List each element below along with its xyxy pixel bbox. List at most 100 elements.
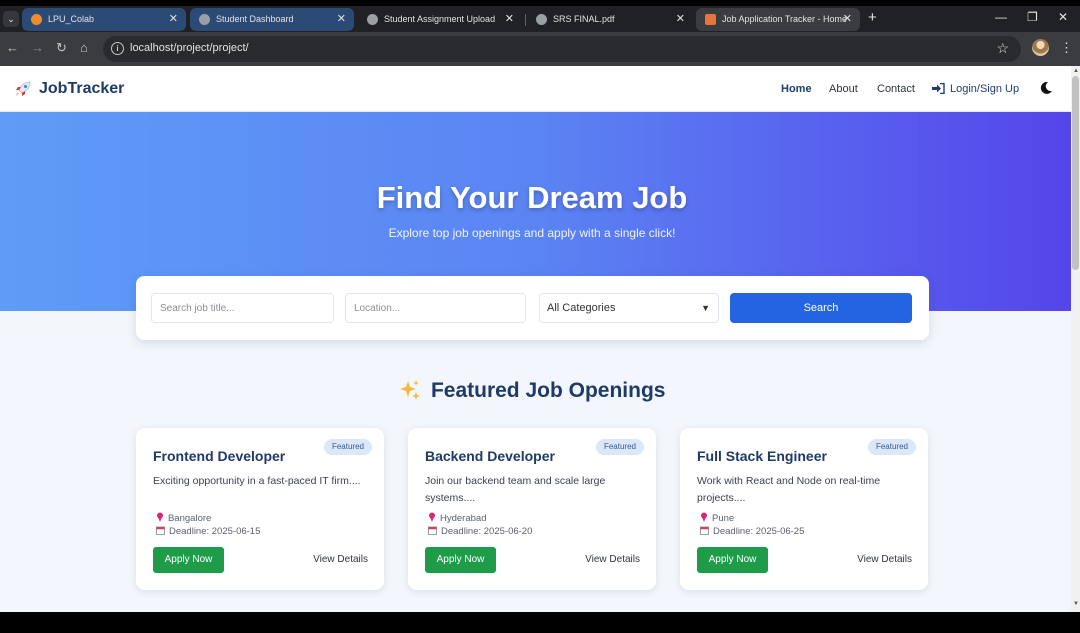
calendar-icon xyxy=(156,526,165,535)
job-location: Bangalore xyxy=(156,512,211,524)
tab-title: LPU_Colab xyxy=(48,14,95,24)
pin-icon xyxy=(701,512,707,522)
featured-badge: Featured xyxy=(595,439,644,455)
tab-close-icon[interactable]: ✕ xyxy=(843,8,852,31)
nav-contact-link[interactable]: Contact xyxy=(877,83,915,95)
restore-icon[interactable]: ❐ xyxy=(1027,10,1038,24)
scroll-down-icon[interactable]: ▼ xyxy=(1073,601,1079,607)
apply-now-button[interactable]: Apply Now xyxy=(153,547,224,573)
featured-badge: Featured xyxy=(867,439,916,455)
job-description: Work with React and Node on real-time pr… xyxy=(697,475,881,504)
reload-icon[interactable]: ↻ xyxy=(56,40,67,56)
tab-close-icon[interactable]: ✕ xyxy=(337,8,346,31)
tab-close-icon[interactable]: ✕ xyxy=(169,8,178,31)
tab-separator xyxy=(525,14,526,26)
job-deadline-text: Deadline: 2025-06-15 xyxy=(169,526,261,537)
tab-title: Student Assignment Upload xyxy=(384,14,496,24)
calendar-icon xyxy=(428,526,437,535)
moon-icon[interactable] xyxy=(1039,81,1053,95)
browser-address-bar: ← → ↻ ⌂ i localhost/project/project/ ☆ ⋮ xyxy=(0,32,1080,66)
browser-tab-assignment[interactable]: Student Assignment Upload ✕ xyxy=(358,8,522,31)
search-panel: All Categories ▼ Search xyxy=(136,276,929,340)
job-description: Exciting opportunity in a fast-paced IT … xyxy=(153,475,361,487)
nav-login-link[interactable]: Login/Sign Up xyxy=(950,83,1019,95)
url-text[interactable]: localhost/project/project/ xyxy=(130,42,249,54)
job-title[interactable]: Backend Developer xyxy=(425,448,555,464)
job-deadline: Deadline: 2025-06-15 xyxy=(156,526,260,537)
category-select[interactable]: All Categories ▼ xyxy=(539,293,719,323)
featured-badge: Featured xyxy=(323,439,372,455)
job-card: Frontend Developer Featured Exciting opp… xyxy=(136,428,384,590)
calendar-icon xyxy=(700,526,709,535)
tab-title: SRS FINAL.pdf xyxy=(553,14,615,24)
forward-icon[interactable]: → xyxy=(31,40,44,55)
apply-now-button[interactable]: Apply Now xyxy=(697,547,768,573)
back-icon[interactable]: ← xyxy=(6,40,19,55)
browser-tab-srs[interactable]: SRS FINAL.pdf ✕ xyxy=(527,8,693,31)
tab-title: Student Dashboard xyxy=(216,14,294,24)
job-deadline: Deadline: 2025-06-25 xyxy=(700,526,804,537)
nav-home-link[interactable]: Home xyxy=(781,83,812,95)
scrollbar-thumb[interactable] xyxy=(1072,76,1079,270)
featured-heading: Featured Job Openings xyxy=(0,379,1064,403)
featured-title: Featured Job Openings xyxy=(430,379,666,402)
browser-tab-dashboard[interactable]: Student Dashboard ✕ xyxy=(190,8,354,31)
info-icon[interactable]: i xyxy=(111,42,124,55)
job-title[interactable]: Full Stack Engineer xyxy=(697,448,827,464)
sparkle-icon xyxy=(399,380,420,400)
browser-tab-colab[interactable]: LPU_Colab ✕ xyxy=(22,8,186,31)
login-icon[interactable] xyxy=(932,83,945,94)
star-icon[interactable]: ☆ xyxy=(996,40,1009,57)
job-deadline: Deadline: 2025-06-20 xyxy=(428,526,532,537)
search-button[interactable]: Search xyxy=(730,293,912,323)
page-viewport: JobTracker Home About Contact Login/Sign… xyxy=(0,66,1071,612)
view-details-link[interactable]: View Details xyxy=(313,554,368,565)
location-input[interactable] xyxy=(345,293,526,323)
job-location: Pune xyxy=(700,512,734,524)
job-location: Hyderabad xyxy=(428,512,486,524)
job-card: Full Stack Engineer Featured Work with R… xyxy=(680,428,928,590)
tab-close-icon[interactable]: ✕ xyxy=(676,8,685,31)
new-tab-icon[interactable]: + xyxy=(868,9,877,26)
colab-favicon-icon xyxy=(31,14,42,25)
tab-search-icon[interactable]: ⌄ xyxy=(3,11,19,27)
menu-kebab-icon[interactable]: ⋮ xyxy=(1060,40,1073,56)
rocket-icon xyxy=(16,81,31,96)
globe-favicon-icon xyxy=(536,14,547,25)
job-location-text: Pune xyxy=(712,513,735,524)
job-card: Backend Developer Featured Join our back… xyxy=(408,428,656,590)
pin-icon xyxy=(429,512,435,522)
view-details-link[interactable]: View Details xyxy=(585,554,640,565)
tab-close-icon[interactable]: ✕ xyxy=(505,8,514,31)
brand-name: JobTracker xyxy=(39,80,125,97)
job-deadline-text: Deadline: 2025-06-20 xyxy=(441,526,533,537)
globe-favicon-icon xyxy=(199,14,210,25)
apply-now-button[interactable]: Apply Now xyxy=(425,547,496,573)
category-select-value: All Categories xyxy=(547,302,616,314)
chevron-down-icon: ▼ xyxy=(701,303,710,313)
nav-about-link[interactable]: About xyxy=(829,83,858,95)
browser-tab-jobtracker[interactable]: Job Application Tracker - Home ✕ xyxy=(696,8,860,31)
brand-logo[interactable]: JobTracker xyxy=(13,79,124,99)
window-bottom-edge xyxy=(0,612,1080,633)
view-details-link[interactable]: View Details xyxy=(857,554,912,565)
hero-subtitle: Explore top job openings and apply with … xyxy=(388,226,676,240)
url-field[interactable]: i localhost/project/project/ ☆ xyxy=(103,36,1021,62)
window-close-icon[interactable]: ✕ xyxy=(1058,10,1068,24)
pin-icon xyxy=(157,512,163,522)
job-description: Join our backend team and scale large sy… xyxy=(425,475,606,504)
profile-avatar[interactable] xyxy=(1032,39,1049,56)
app-favicon-icon xyxy=(705,14,716,25)
job-deadline-text: Deadline: 2025-06-25 xyxy=(713,526,805,537)
scroll-up-icon[interactable]: ▲ xyxy=(1073,68,1079,74)
job-location-text: Bangalore xyxy=(168,513,212,524)
globe-favicon-icon xyxy=(367,14,378,25)
job-title-search-input[interactable] xyxy=(151,293,334,323)
job-title[interactable]: Frontend Developer xyxy=(153,448,285,464)
hero-title: Find Your Dream Job xyxy=(376,180,688,215)
minimize-icon[interactable]: — xyxy=(995,10,1007,24)
site-navbar: JobTracker Home About Contact Login/Sign… xyxy=(0,66,1071,112)
home-icon[interactable]: ⌂ xyxy=(80,40,88,55)
job-location-text: Hyderabad xyxy=(440,513,487,524)
tab-title: Job Application Tracker - Home xyxy=(722,14,848,24)
